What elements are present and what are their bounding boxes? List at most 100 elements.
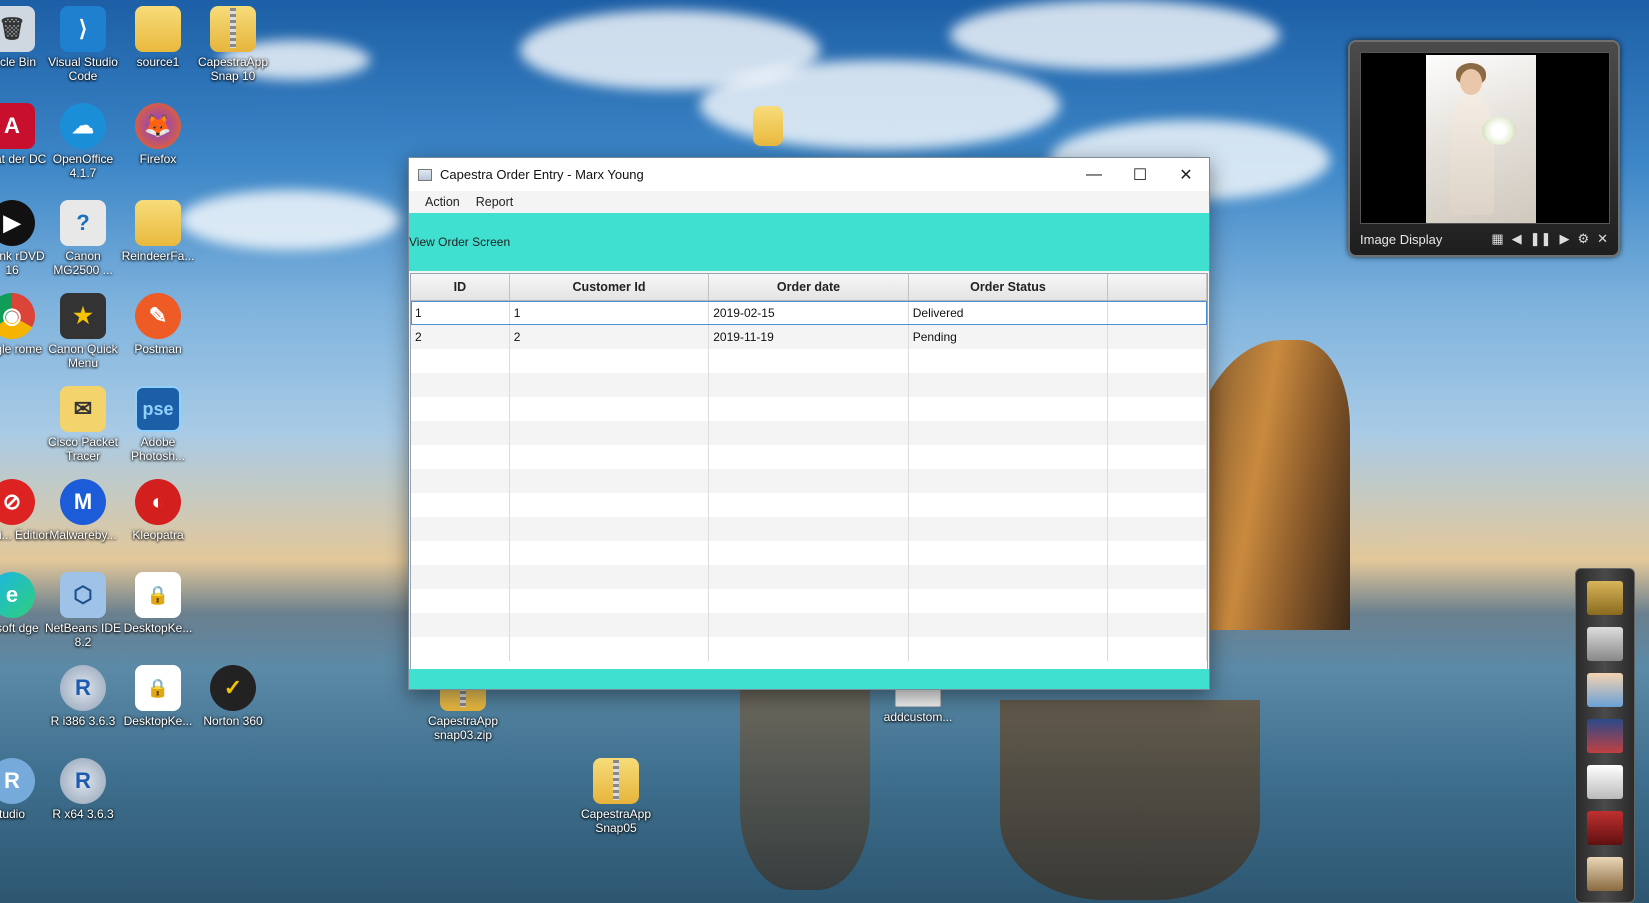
empty-cell: [1108, 445, 1207, 469]
antivirus-icon: ⊘: [0, 479, 35, 525]
empty-cell: [411, 349, 510, 373]
prev-icon[interactable]: ◀: [1512, 231, 1522, 247]
maximize-button[interactable]: ☐: [1117, 158, 1163, 191]
cell-order-date: 2019-02-15: [709, 301, 909, 325]
desktop-icon-reindeer[interactable]: ReindeerFa...: [118, 200, 198, 263]
desktop-icon-postman[interactable]: ✎ Postman: [118, 293, 198, 356]
empty-table-row: [411, 373, 1207, 397]
empty-table-row: [411, 565, 1207, 589]
rock-reflection-2: [740, 690, 870, 890]
photo-album-icon[interactable]: [1587, 719, 1623, 753]
empty-cell: [411, 517, 510, 541]
bride-photo: [1426, 55, 1536, 223]
cell-id: 1: [411, 301, 510, 325]
menu-action[interactable]: Action: [417, 195, 468, 209]
desktop-icon-firefox[interactable]: 🦊 Firefox: [118, 103, 198, 166]
desktop-icon-capestra-snap10[interactable]: CapestraApp Snap 10: [193, 6, 273, 83]
gadget-controls: ▦ ◀ ❚❚ ▶ ⚙ ✕: [1491, 231, 1608, 247]
cell-filler: [1108, 325, 1207, 349]
column-header-id[interactable]: ID: [411, 274, 510, 300]
empty-table-row: [411, 349, 1207, 373]
empty-cell: [510, 517, 710, 541]
empty-cell: [909, 469, 1109, 493]
orders-table[interactable]: ID Customer Id Order date Order Status 1…: [410, 273, 1208, 671]
empty-table-row: [411, 493, 1207, 517]
cell-order-date: 2019-11-19: [709, 325, 909, 349]
desktop-icon-cisco-packet-tracer[interactable]: ✉ Cisco Packet Tracer: [43, 386, 123, 463]
photo-print-icon[interactable]: [1587, 811, 1623, 845]
java-app-icon: [418, 168, 432, 181]
empty-table-row: [411, 613, 1207, 637]
desktop-icon-netbeans[interactable]: ⬡ NetBeans IDE 8.2: [43, 572, 123, 649]
photo-grid-icon[interactable]: [1587, 765, 1623, 799]
empty-cell: [909, 421, 1109, 445]
desktop-icon-desktopkey-1[interactable]: 🔒 DesktopKe...: [118, 572, 198, 635]
empty-cell: [510, 349, 710, 373]
image-display-gadget[interactable]: Image Display ▦ ◀ ❚❚ ▶ ⚙ ✕: [1348, 40, 1620, 257]
empty-cell: [709, 445, 909, 469]
desktop-icon-r-x64[interactable]: RR x64 3.6.3: [43, 758, 123, 821]
empty-cell: [411, 469, 510, 493]
empty-cell: [510, 613, 710, 637]
empty-cell: [709, 397, 909, 421]
close-icon[interactable]: ✕: [1597, 231, 1608, 247]
title-bar[interactable]: Capestra Order Entry - Marx Young — ☐ ✕: [409, 158, 1209, 191]
empty-cell: [909, 445, 1109, 469]
menu-report[interactable]: Report: [468, 195, 522, 209]
empty-cell: [1108, 637, 1207, 661]
creative-park-icon[interactable]: [1587, 581, 1623, 615]
empty-cell: [909, 613, 1109, 637]
desktop-icon-folder-top[interactable]: [728, 106, 808, 149]
gadget-caption: Image Display: [1360, 232, 1443, 247]
table-row[interactable]: 2 2 2019-11-19 Pending: [411, 325, 1207, 349]
desktop-icon-norton360[interactable]: ✓ Norton 360: [193, 665, 273, 728]
empty-cell: [909, 517, 1109, 541]
table-row[interactable]: 1 1 2019-02-15 Delivered: [411, 301, 1207, 325]
empty-cell: [909, 397, 1109, 421]
empty-cell: [709, 517, 909, 541]
right-gadget-dock: [1575, 568, 1635, 903]
empty-cell: [1108, 373, 1207, 397]
desktop-icon-openoffice[interactable]: ☁ OpenOffice 4.1.7: [43, 103, 123, 180]
desktop-icon-vscode[interactable]: ⟩ Visual Studio Code: [43, 6, 123, 83]
column-header-order-date[interactable]: Order date: [709, 274, 909, 300]
empty-cell: [709, 565, 909, 589]
zip-folder-icon: [593, 758, 639, 804]
menu-bar: Action Report: [409, 191, 1209, 213]
cell-order-status: Delivered: [909, 301, 1109, 325]
column-header-customer-id[interactable]: Customer Id: [510, 274, 710, 300]
empty-cell: [709, 637, 909, 661]
desktop-icon-capestra-snap05[interactable]: CapestraApp Snap05: [576, 758, 656, 835]
empty-table-row: [411, 637, 1207, 661]
empty-cell: [510, 565, 710, 589]
kleopatra-icon: ◐: [135, 479, 181, 525]
r-language-icon: R: [60, 665, 106, 711]
norton-icon: ✓: [210, 665, 256, 711]
desktop-icon-kleopatra[interactable]: ◐ Kleopatra: [118, 479, 198, 542]
acrobat-icon: A: [0, 103, 35, 149]
close-button[interactable]: ✕: [1163, 158, 1209, 191]
desktop-icon-source1[interactable]: source1: [118, 6, 198, 69]
photo-frame-icon[interactable]: [1587, 857, 1623, 891]
empty-cell: [1108, 469, 1207, 493]
desktop-icon-canon-quick-menu[interactable]: ★ Canon Quick Menu: [43, 293, 123, 370]
desktop-icon-canon-mg2500[interactable]: ? Canon MG2500 ...: [43, 200, 123, 277]
empty-cell: [709, 421, 909, 445]
desktop-icon-adobe-photoshop[interactable]: pse Adobe Photosh...: [118, 386, 198, 463]
next-icon[interactable]: ▶: [1559, 231, 1569, 247]
pause-icon[interactable]: ❚❚: [1530, 231, 1552, 247]
minimize-button[interactable]: —: [1071, 158, 1117, 191]
empty-cell: [1108, 421, 1207, 445]
desktop-icon-r-i386[interactable]: RR i386 3.6.3: [43, 665, 123, 728]
photo-collage-icon[interactable]: [1587, 673, 1623, 707]
grid-icon[interactable]: ▦: [1491, 231, 1503, 247]
desktop-icon-desktopkey-2[interactable]: 🔒 DesktopKe...: [118, 665, 198, 728]
desktop-icon-malwarebytes[interactable]: M Malwareby...: [43, 479, 123, 542]
screen-banner: View Order Screen: [409, 213, 1209, 271]
column-header-order-status[interactable]: Order Status: [909, 274, 1109, 300]
scanner-icon[interactable]: [1587, 627, 1623, 661]
empty-table-row: [411, 421, 1207, 445]
empty-cell: [709, 349, 909, 373]
settings-icon[interactable]: ⚙: [1577, 231, 1589, 247]
order-entry-window: Capestra Order Entry - Marx Young — ☐ ✕ …: [408, 157, 1210, 690]
